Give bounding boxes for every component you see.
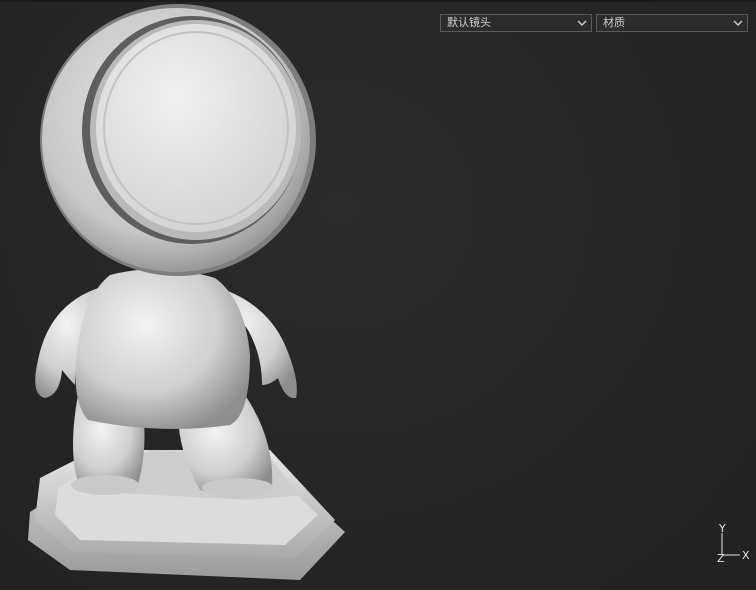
3d-viewport[interactable]: 默认镜头 材质 Y X Z (0, 0, 756, 590)
axis-y-label: Y (718, 522, 726, 535)
head (40, 4, 316, 276)
axis-x-label: X (742, 549, 750, 562)
mannequin-model[interactable] (0, 0, 756, 590)
material-select[interactable]: 材质 (596, 14, 748, 32)
camera-select-value: 默认镜头 (447, 16, 491, 29)
camera-select[interactable]: 默认镜头 (440, 14, 592, 32)
chevron-down-icon (577, 20, 587, 26)
material-select-value: 材质 (603, 16, 625, 29)
axis-z-label: Z (717, 552, 725, 564)
torso (75, 269, 251, 429)
axis-gizmo: Y X Z (717, 522, 750, 564)
chevron-down-icon (733, 20, 743, 26)
